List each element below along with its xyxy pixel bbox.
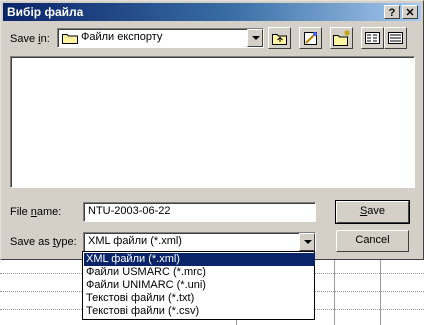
- save-in-folder-name: Файли експорту: [81, 31, 163, 43]
- up-one-level-icon: [272, 34, 287, 45]
- details-view-icon: [388, 32, 403, 44]
- list-item[interactable]: Файли UNIMARC (*.uni): [84, 279, 315, 292]
- new-folder-button[interactable]: [330, 27, 353, 49]
- list-item[interactable]: Текстові файли (*.csv): [84, 305, 315, 318]
- file-name-input[interactable]: NTU-2003-06-22: [83, 202, 316, 222]
- save-as-type-value: XML файли (*.xml): [88, 235, 182, 247]
- chevron-down-icon: [304, 240, 312, 244]
- save-as-type-label: Save as type:: [10, 236, 77, 248]
- file-list-area[interactable]: [10, 56, 415, 188]
- save-in-dropdown-button[interactable]: [247, 29, 263, 47]
- chevron-down-icon: [252, 36, 260, 40]
- close-button[interactable]: ✕: [402, 5, 418, 19]
- save-as-type-combobox[interactable]: XML файли (*.xml): [83, 232, 316, 252]
- favorites-icon: [304, 32, 317, 45]
- new-folder-icon: [333, 30, 350, 46]
- cancel-button[interactable]: Cancel: [336, 230, 409, 252]
- list-item[interactable]: XML файли (*.xml): [84, 253, 315, 266]
- help-button[interactable]: ?: [384, 5, 400, 19]
- save-button[interactable]: Save: [335, 200, 410, 224]
- dialog-title: Вибір файла: [7, 5, 84, 19]
- list-view-icon: [365, 32, 380, 44]
- list-item[interactable]: Файли USMARC (*.mrc): [84, 266, 315, 279]
- folder-icon: [62, 34, 78, 44]
- file-save-dialog: Вибір файла ? ✕ Save in: Файли експорту: [0, 0, 424, 260]
- save-as-type-options-list: XML файли (*.xml) Файли USMARC (*.mrc) Ф…: [82, 251, 315, 320]
- list-view-button[interactable]: [361, 27, 384, 49]
- favorites-button[interactable]: [299, 27, 322, 49]
- file-name-value: NTU-2003-06-22: [88, 205, 171, 217]
- title-bar: Вибір файла ? ✕: [3, 3, 421, 21]
- details-view-button[interactable]: [384, 27, 407, 49]
- up-one-level-button[interactable]: [268, 27, 291, 49]
- file-name-label: File name:: [10, 206, 62, 218]
- save-as-type-dropdown-button[interactable]: [299, 233, 315, 251]
- save-in-label: Save in:: [10, 33, 50, 45]
- save-in-combobox[interactable]: Файли експорту: [57, 28, 264, 48]
- list-item[interactable]: Текстові файли (*.txt): [84, 292, 315, 305]
